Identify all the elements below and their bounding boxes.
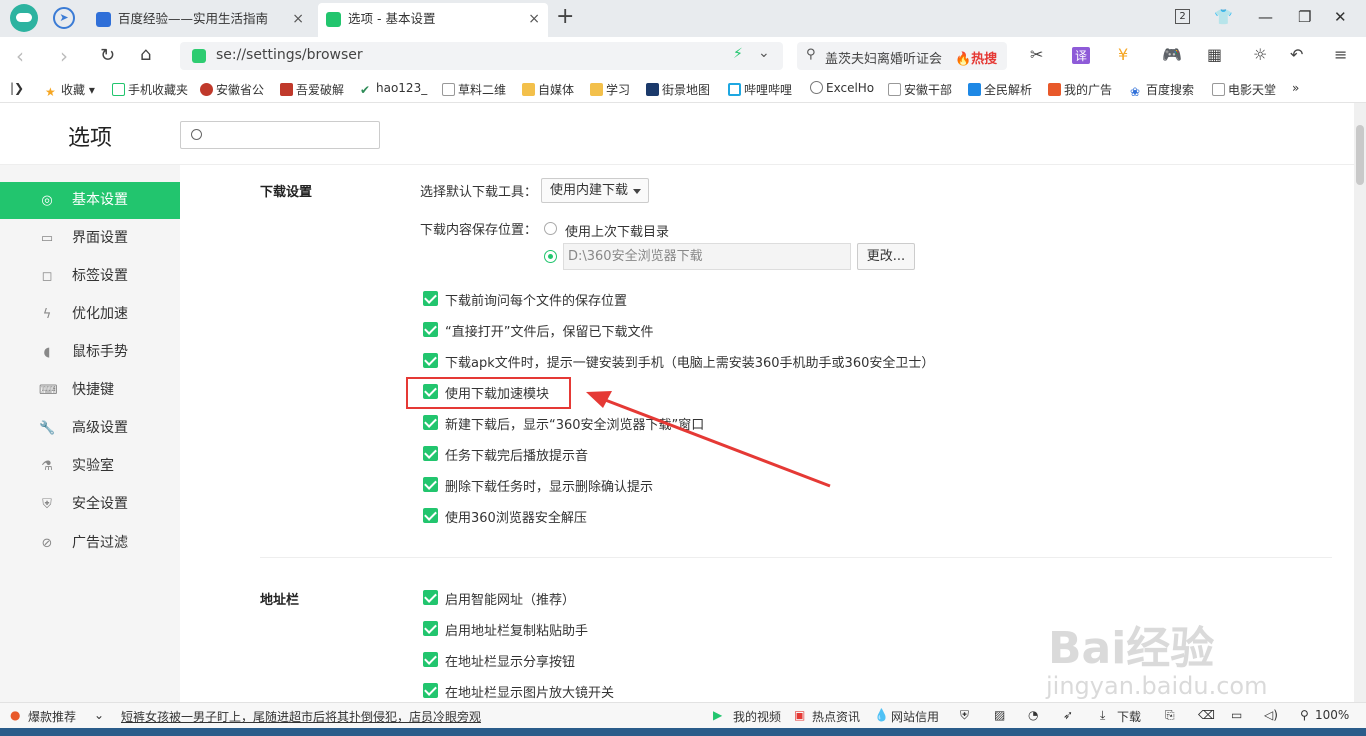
status-bar: ● 爆款推荐 ⌄ 短裤女孩被一男子盯上，尾随进超市后将其扑倒侵犯，店员冷眼旁观 … [0,702,1366,728]
share-icon[interactable]: ⎘ [1165,708,1175,723]
my-video-link[interactable]: 我的视频 [733,708,781,725]
checkbox-label: 在地址栏显示分享按钮 [445,655,576,670]
watermark-url: jingyan.baidu.com [1046,672,1268,700]
video-icon: ▶ [713,708,723,722]
drop-icon: 💧 [874,708,889,722]
news-ticker-link[interactable]: 短裤女孩被一男子盯上，尾随进超市后将其扑倒侵犯，店员冷眼旁观 [121,708,481,725]
image-icon[interactable]: ▨ [994,708,1005,722]
rocket-icon[interactable]: ➶ [1063,708,1073,722]
shield-icon[interactable]: ⛨ [960,708,969,723]
section-title-addressbar: 地址栏 [260,593,300,608]
window-icon[interactable]: ▭ [1231,708,1242,722]
baidu-jingyan-watermark: Bai经验 [1048,623,1215,674]
download-icon: ⤓ [1100,708,1106,722]
checkbox-label: 在地址栏显示图片放大镜开关 [445,686,615,701]
zoom-level[interactable]: 100% [1315,708,1349,722]
download-link[interactable]: 下载 [1117,708,1141,725]
trash-icon[interactable]: ⌫ [1198,708,1215,722]
checkbox-label: 启用智能网址（推荐） [445,593,576,608]
scrollbar[interactable] [1354,103,1366,702]
promo-label[interactable]: 爆款推荐 [28,708,76,725]
os-taskbar [0,728,1366,736]
news-icon: ▣ [794,708,806,722]
hot-news-link[interactable]: 热点资讯 [812,708,860,725]
chevron-down-icon[interactable]: ⌄ [94,708,104,722]
checkbox-label: 启用地址栏复制粘贴助手 [445,624,589,639]
checkbox[interactable] [423,590,438,605]
speed-icon[interactable]: ◔ [1028,708,1038,722]
site-credit-link[interactable]: 网站信用 [891,708,939,725]
checkbox[interactable] [423,683,438,698]
zoom-icon: ⚲ [1300,708,1309,722]
checkbox[interactable] [423,621,438,636]
scrollbar-thumb[interactable] [1356,125,1364,185]
promo-icon: ● [10,708,21,722]
sound-icon[interactable]: ◁) [1264,708,1278,722]
section-divider [260,557,1332,558]
checkbox[interactable] [423,652,438,667]
